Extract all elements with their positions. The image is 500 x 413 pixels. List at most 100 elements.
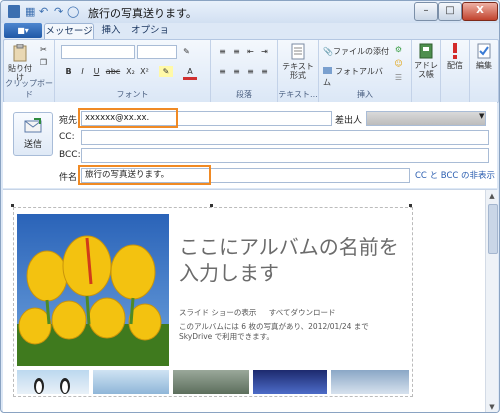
attach-file-label: ファイルの添付 <box>332 47 389 56</box>
edit-button[interactable]: 編集 <box>472 43 496 70</box>
highlight-color-icon[interactable]: ✎ <box>159 66 173 77</box>
hyperlink-icon[interactable]: ⚙ <box>393 44 404 55</box>
cut-icon[interactable]: ✂ <box>38 44 49 55</box>
thumbnail-jellyfish[interactable] <box>253 370 327 394</box>
address-book-icon <box>419 43 433 59</box>
align-center-icon[interactable]: ≡ <box>231 66 242 77</box>
close-button[interactable]: X <box>462 2 498 21</box>
ribbon-tabs: ■▾ メッセージ 挿入 オプション <box>1 23 499 52</box>
tulip-photo <box>17 214 169 366</box>
delivery-button[interactable]: 配信 <box>443 43 467 70</box>
bold-button[interactable]: B <box>63 66 74 77</box>
text-group: テキスト形式 テキスト... <box>278 40 319 102</box>
subscript-button[interactable]: X₂ <box>125 66 136 77</box>
message-header: 送信 宛先: xxxxxx@xx.xx. 差出人 ▼ CC: BCC: 件名 旅… <box>3 102 497 188</box>
photo-album-icon <box>323 67 332 74</box>
window-title: 旅行の写真送ります。 <box>88 7 197 20</box>
app-menu-button[interactable]: ■▾ <box>4 23 42 38</box>
importance-icon <box>453 43 457 59</box>
tab-message[interactable]: メッセージ <box>44 23 94 40</box>
thumbnail-lighthouse[interactable] <box>93 370 169 394</box>
paste-button[interactable]: 貼り付け <box>8 44 32 82</box>
app-menu-icon[interactable] <box>8 5 20 18</box>
scroll-up-icon[interactable]: ▲ <box>486 190 498 202</box>
align-right-icon[interactable]: ≡ <box>245 66 256 77</box>
spellcheck-icon <box>477 43 491 59</box>
address-book-group: アドレス帳 <box>412 40 441 102</box>
subject-label: 件名 <box>59 173 78 183</box>
from-label: 差出人 <box>335 116 363 126</box>
maximize-button[interactable]: □ <box>438 2 462 21</box>
download-all-link[interactable]: すべてダウンロード <box>269 308 336 317</box>
attach-quick-icon[interactable]: ◯ <box>67 5 79 18</box>
attach-file-button[interactable]: 📎ファイルの添付 <box>323 46 389 57</box>
ribbon: 貼り付け ✂ ❐ クリップボード ✎ B I U abc X₂ X² ✎ A フ… <box>3 39 499 103</box>
paste-icon <box>13 44 27 62</box>
text-group-label: テキスト... <box>278 90 318 99</box>
subject-field-highlight <box>78 165 211 185</box>
undo-icon[interactable]: ↶ <box>39 5 49 18</box>
paperclip-icon: 📎 <box>323 47 333 56</box>
photo-album-button[interactable]: フォトアルバム <box>323 66 389 87</box>
text-format-label: テキスト形式 <box>282 62 314 80</box>
slideshow-link[interactable]: スライド ショーの表示 <box>179 308 256 317</box>
bcc-label: BCC: <box>59 150 81 160</box>
redo-icon[interactable]: ↷ <box>54 5 63 18</box>
clipboard-group: 貼り付け ✂ ❐ クリップボード <box>4 40 55 102</box>
message-body[interactable]: ここにアルバムの名前を 入力します スライド ショーの表示 すべてダウンロード … <box>3 189 498 412</box>
from-dropdown-arrow-icon[interactable]: ▼ <box>479 112 484 120</box>
format-painter-icon[interactable]: ✎ <box>181 46 192 57</box>
send-button[interactable]: 送信 <box>13 112 53 156</box>
album-description: このアルバムには 6 枚の写真があり、2012/01/24 まで SkyDriv… <box>179 322 369 341</box>
align-left-icon[interactable]: ≡ <box>217 66 228 77</box>
tab-options[interactable]: オプション <box>128 23 172 52</box>
cc-field[interactable] <box>81 130 489 145</box>
penguin-photo <box>34 378 70 394</box>
font-family-dropdown[interactable] <box>61 45 135 59</box>
font-group: ✎ B I U abc X₂ X² ✎ A フォント <box>55 40 211 102</box>
emoticon-icon[interactable]: ☺ <box>393 58 404 69</box>
scroll-down-icon[interactable]: ▼ <box>486 401 498 412</box>
thumbnail-koala[interactable] <box>173 370 249 394</box>
italic-button[interactable]: I <box>77 66 88 77</box>
album-links: スライド ショーの表示 すべてダウンロード <box>179 307 345 318</box>
paragraph-group: ≡ ≡ ⇤ ⇥ ≡ ≡ ≡ ≡ 段落 <box>211 40 278 102</box>
edit-group: 編集 <box>470 40 498 102</box>
edit-label: 編集 <box>476 61 492 70</box>
strikethrough-button[interactable]: abc <box>105 66 121 77</box>
album-title-line1: ここにアルバムの名前を <box>179 235 399 259</box>
font-group-label: フォント <box>116 90 149 99</box>
delivery-label: 配信 <box>447 61 463 70</box>
scroll-thumb[interactable] <box>488 204 498 254</box>
bullets-icon[interactable]: ≡ <box>217 46 228 57</box>
font-color-icon[interactable]: A <box>183 66 197 80</box>
vertical-scrollbar[interactable]: ▲ ▼ <box>485 190 498 412</box>
album-hero-photo <box>17 214 169 366</box>
album-title-line2: 入力します <box>179 261 279 285</box>
insert-group-label: 挿入 <box>357 90 373 99</box>
minimize-button[interactable]: – <box>414 2 438 21</box>
thumbnail-landscape[interactable] <box>331 370 409 394</box>
send-label: 送信 <box>23 140 42 150</box>
clipboard-group-label: クリップボード <box>5 79 53 99</box>
tab-insert[interactable]: 挿入 <box>98 23 124 39</box>
indent-increase-icon[interactable]: ⇥ <box>259 46 270 57</box>
to-field-highlight <box>78 108 178 128</box>
copy-icon[interactable]: ❐ <box>38 57 49 68</box>
align-justify-icon[interactable]: ≡ <box>259 66 270 77</box>
text-format-button[interactable]: テキスト形式 <box>282 43 314 80</box>
font-size-dropdown[interactable] <box>137 45 177 59</box>
thumbnail-penguins[interactable] <box>17 370 89 394</box>
album-title-placeholder[interactable]: ここにアルバムの名前を 入力します <box>179 234 399 286</box>
underline-button[interactable]: U <box>91 66 102 77</box>
signature-icon[interactable]: ☰ <box>393 72 404 83</box>
numbering-icon[interactable]: ≡ <box>231 46 242 57</box>
from-account-dropdown[interactable] <box>366 111 486 126</box>
paragraph-group-label: 段落 <box>236 90 252 99</box>
cc-bcc-toggle-link[interactable]: CC と BCC の非表示 <box>415 169 495 181</box>
indent-decrease-icon[interactable]: ⇤ <box>245 46 256 57</box>
bcc-field[interactable] <box>81 148 489 163</box>
save-icon[interactable]: ▦ <box>25 5 35 18</box>
address-book-button[interactable]: アドレス帳 <box>414 43 438 79</box>
superscript-button[interactable]: X² <box>139 66 150 77</box>
